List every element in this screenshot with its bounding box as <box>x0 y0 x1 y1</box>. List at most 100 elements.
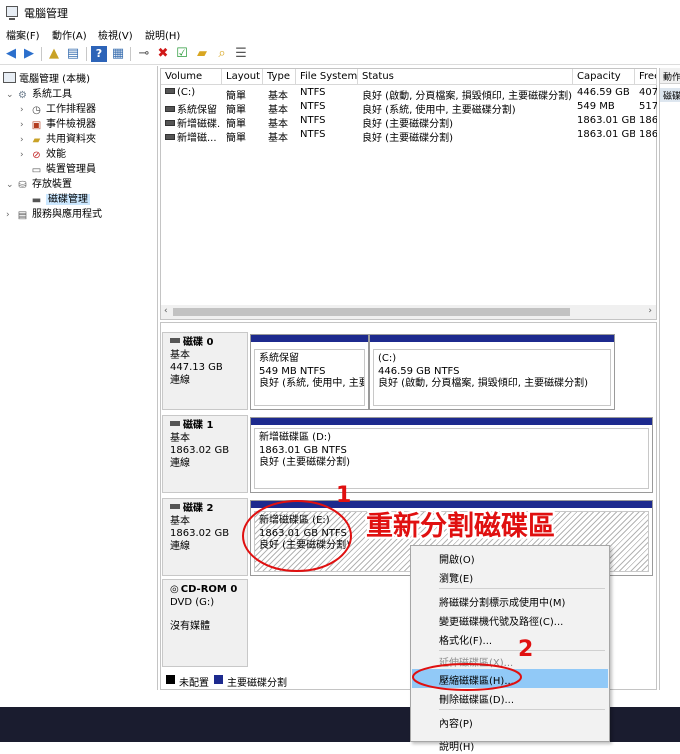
chevron-right-icon[interactable]: › <box>20 120 30 130</box>
column-header-free[interactable]: Free <box>635 69 657 85</box>
tree-item-computer-management[interactable]: 電腦管理 (本機) <box>3 70 90 85</box>
chevron-right-icon[interactable]: › <box>6 210 16 220</box>
cell-status: 良好 (主要磁碟分割) <box>362 133 453 143</box>
cell-file-system: NTFS <box>300 129 326 140</box>
menu-item-help[interactable]: 說明(H) <box>412 735 608 754</box>
partition-bar <box>370 335 614 342</box>
chevron-right-icon[interactable]: › <box>20 105 30 115</box>
partition-c[interactable]: (C:) 446.59 GB NTFS 良好 (啟動, 分頁檔案, 損毀傾印, … <box>369 334 615 410</box>
computer-management-icon <box>6 6 18 20</box>
cell-file-system: NTFS <box>300 87 326 98</box>
tree-item-performance[interactable]: › ⊘ 效能 <box>20 145 66 161</box>
tree-item-task-scheduler[interactable]: › ◷ 工作排程器 <box>20 100 96 116</box>
window-title: 電腦管理 <box>24 7 68 20</box>
cell-volume: 新增磁... <box>177 133 217 143</box>
cell-capacity: 1863.01 GB <box>577 115 635 126</box>
cell-capacity: 549 MB <box>577 101 615 112</box>
disk-type: DVD (G:) <box>170 596 215 608</box>
menu-item-open[interactable]: 開啟(O) <box>412 548 608 567</box>
disk-size: 447.13 GB <box>170 362 223 373</box>
properties-icon[interactable]: ▦ <box>110 46 126 62</box>
console-tree: 電腦管理 (本機) ⌄ ⚙ 系統工具 › ◷ 工作排程器 › ▣ 事件檢視器 › ▰ 共用資料夾… <box>0 66 158 690</box>
menu-file[interactable]: 檔案(F) <box>6 27 40 42</box>
legend-primary: 主要磁碟分割 <box>227 678 287 689</box>
toolbar-separator <box>86 47 87 61</box>
disk-name: CD-ROM 0 <box>180 584 238 595</box>
disk-status: 連線 <box>170 540 190 552</box>
tree-item-system-tools[interactable]: ⌄ ⚙ 系統工具 <box>6 85 72 101</box>
cdrom-0-label[interactable]: ◎ CD-ROM 0 DVD (G:) 沒有媒體 <box>162 579 248 667</box>
disk-icon <box>170 504 180 509</box>
list-view-icon[interactable]: ☰ <box>233 46 249 62</box>
chevron-right-icon[interactable]: › <box>20 135 30 145</box>
cell-free: 407 <box>639 87 657 98</box>
disk-size: 1863.02 GB <box>170 445 230 456</box>
cell-type: 基本 <box>268 119 288 129</box>
disk-icon <box>170 421 180 426</box>
cell-file-system: NTFS <box>300 115 326 126</box>
scroll-right-icon[interactable]: › <box>648 306 652 316</box>
cell-capacity: 446.59 GB <box>577 87 630 98</box>
tree-item-event-viewer[interactable]: › ▣ 事件檢視器 <box>20 115 96 131</box>
menu-item-mark-active[interactable]: 將磁碟分割標示成使用中(M) <box>412 591 608 610</box>
delete-icon[interactable]: ✖ <box>155 46 171 62</box>
menu-help[interactable]: 說明(H) <box>145 27 180 42</box>
cell-layout: 簡單 <box>226 119 246 129</box>
help-icon[interactable]: ? <box>91 46 107 62</box>
disk-0-label[interactable]: 磁碟 0 基本 447.13 GB 連線 <box>162 332 248 410</box>
menu-view[interactable]: 檢視(V) <box>98 27 133 42</box>
forward-arrow-icon[interactable]: ▶ <box>21 46 37 62</box>
partition-system-reserved[interactable]: 系統保留 549 MB NTFS 良好 (系統, 使用中, 主要 <box>250 334 369 410</box>
column-header-file-system[interactable]: File System <box>296 69 358 85</box>
menu-item-format[interactable]: 格式化(F)... <box>412 629 608 648</box>
partition-size: 446.59 GB NTFS <box>378 365 460 377</box>
connect-icon[interactable]: ⊸ <box>136 46 152 62</box>
partition-size: 1863.01 GB NTFS <box>259 444 347 456</box>
cell-volume: 新增磁碟... <box>177 119 221 129</box>
menu-item-properties[interactable]: 內容(P) <box>412 712 608 731</box>
title-bar: 電腦管理 <box>0 0 680 24</box>
partition-d[interactable]: 新增磁碟區 (D:) 1863.01 GB NTFS 良好 (主要磁碟分割) <box>250 417 653 493</box>
chevron-down-icon[interactable]: ⌄ <box>6 180 16 190</box>
disk-status: 沒有媒體 <box>170 621 210 632</box>
column-header-status[interactable]: Status <box>358 69 573 85</box>
tree-item-shared-folders[interactable]: › ▰ 共用資料夾 <box>20 130 96 146</box>
scroll-left-icon[interactable]: ‹ <box>164 306 168 316</box>
volume-icon <box>165 120 175 126</box>
cell-type: 基本 <box>268 105 288 115</box>
menu-action[interactable]: 動作(A) <box>52 27 87 42</box>
console-tree-icon[interactable]: ▤ <box>65 46 81 62</box>
column-header-volume[interactable]: Volume <box>161 69 222 85</box>
column-header-capacity[interactable]: Capacity <box>573 69 635 85</box>
tree-item-storage[interactable]: ⌄ ⛁ 存放裝置 <box>6 175 72 191</box>
cell-free: 186 <box>639 115 657 126</box>
check-icon[interactable]: ☑ <box>174 46 190 62</box>
partition-status: 良好 (啟動, 分頁檔案, 損毀傾印, 主要磁碟分割) <box>378 378 589 389</box>
menu-item-explore[interactable]: 瀏覽(E) <box>412 567 608 586</box>
action-pane-header: 動作 <box>660 68 680 84</box>
search-folder-icon[interactable]: ⌕ <box>214 46 230 62</box>
column-header-layout[interactable]: Layout <box>222 69 263 85</box>
open-folder-icon[interactable]: ▰ <box>194 46 210 62</box>
disk-2-label[interactable]: 磁碟 2 基本 1863.02 GB 連線 <box>162 498 248 576</box>
action-pane-item[interactable]: 磁碟 <box>660 88 680 102</box>
annotation-number-1: 1 <box>336 483 352 508</box>
column-header-type[interactable]: Type <box>263 69 296 85</box>
up-folder-icon[interactable]: ▲ <box>46 46 62 62</box>
cell-layout: 簡單 <box>226 133 246 143</box>
tree-item-services-apps[interactable]: › ▤ 服務與應用程式 <box>6 205 102 221</box>
chevron-right-icon[interactable]: › <box>20 150 30 160</box>
scrollbar-thumb[interactable] <box>173 308 570 316</box>
chevron-down-icon[interactable]: ⌄ <box>6 90 16 100</box>
tree-item-device-manager[interactable]: ▭ 裝置管理員 <box>30 160 96 176</box>
back-arrow-icon[interactable]: ◀ <box>3 46 19 62</box>
menu-item-change-drive-letter[interactable]: 變更磁碟機代號及路徑(C)... <box>412 610 608 629</box>
volume-icon <box>165 88 175 94</box>
partition-name: 系統保留 <box>259 353 299 364</box>
partition-name: (C:) <box>378 353 397 364</box>
tree-item-disk-management[interactable]: ▬ 磁碟管理 <box>30 190 90 206</box>
cell-layout: 簡單 <box>226 91 246 101</box>
horizontal-scrollbar[interactable]: ‹ › <box>161 305 656 319</box>
annotation-callout: 重新分割磁碟區 <box>366 511 555 542</box>
disk-1-label[interactable]: 磁碟 1 基本 1863.02 GB 連線 <box>162 415 248 493</box>
